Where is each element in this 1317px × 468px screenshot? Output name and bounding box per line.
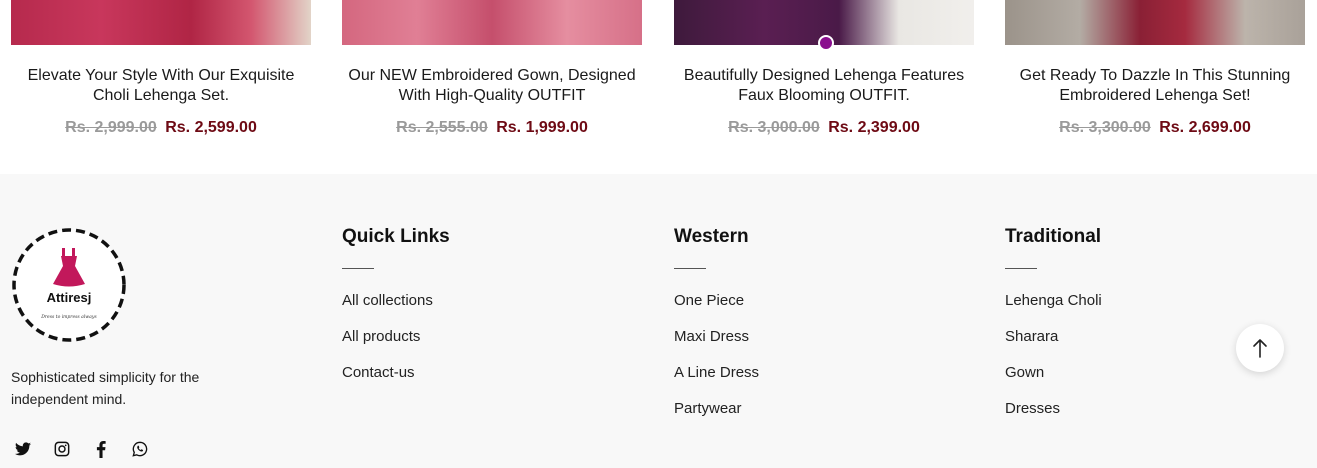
product-price: Rs. 2,555.00 Rs. 1,999.00 xyxy=(342,119,642,137)
product-price: Rs. 3,000.00 Rs. 2,399.00 xyxy=(674,119,974,137)
site-footer: Attiresj Dress to impress always Sophist… xyxy=(0,174,1317,468)
footer-link[interactable]: All products xyxy=(342,327,450,347)
svg-text:Dress to impress always: Dress to impress always xyxy=(40,314,97,320)
footer-tagline: Sophisticated simplicity for the indepen… xyxy=(11,369,200,407)
footer-link[interactable]: Dresses xyxy=(1005,399,1102,419)
arrow-up-icon xyxy=(1253,339,1267,358)
product-image[interactable] xyxy=(342,0,642,45)
footer-link[interactable]: Lehenga Choli xyxy=(1005,291,1102,311)
footer-column-quick-links: Quick Links All collections All products… xyxy=(342,226,450,399)
whatsapp-icon[interactable] xyxy=(131,440,149,458)
twitter-icon[interactable] xyxy=(14,440,32,458)
old-price: Rs. 3,000.00 xyxy=(728,119,820,136)
svg-text:Attiresj: Attiresj xyxy=(47,290,92,305)
sale-price: Rs. 1,999.00 xyxy=(496,119,588,136)
product-title[interactable]: Our NEW Embroidered Gown, Designed With … xyxy=(342,66,642,106)
product-card[interactable]: Our NEW Embroidered Gown, Designed With … xyxy=(342,0,642,137)
product-title[interactable]: Beautifully Designed Lehenga Features Fa… xyxy=(674,66,974,106)
color-swatch-dot[interactable] xyxy=(818,35,834,51)
column-heading: Quick Links xyxy=(342,226,450,247)
instagram-icon[interactable] xyxy=(53,440,71,458)
footer-link[interactable]: Maxi Dress xyxy=(674,327,759,347)
footer-link[interactable]: Sharara xyxy=(1005,327,1102,347)
logo-badge-icon: Attiresj Dress to impress always xyxy=(12,228,126,342)
footer-link[interactable]: All collections xyxy=(342,291,450,311)
product-card[interactable]: Elevate Your Style With Our Exquisite Ch… xyxy=(11,0,311,137)
product-card[interactable]: Beautifully Designed Lehenga Features Fa… xyxy=(674,0,974,137)
footer-link[interactable]: A Line Dress xyxy=(674,363,759,383)
product-price: Rs. 3,300.00 Rs. 2,699.00 xyxy=(1005,119,1305,137)
social-links xyxy=(14,440,149,458)
brand-logo[interactable]: Attiresj Dress to impress always xyxy=(10,226,128,344)
product-card[interactable]: Get Ready To Dazzle In This Stunning Emb… xyxy=(1005,0,1305,137)
footer-link[interactable]: Partywear xyxy=(674,399,759,419)
heading-divider xyxy=(674,268,706,269)
product-title[interactable]: Elevate Your Style With Our Exquisite Ch… xyxy=(11,66,311,106)
product-image[interactable] xyxy=(11,0,311,45)
product-price: Rs. 2,999.00 Rs. 2,599.00 xyxy=(11,119,311,137)
old-price: Rs. 3,300.00 xyxy=(1059,119,1151,136)
sale-price: Rs. 2,399.00 xyxy=(828,119,920,136)
footer-column-western: Western One Piece Maxi Dress A Line Dres… xyxy=(674,226,759,435)
heading-divider xyxy=(342,268,374,269)
footer-column-traditional: Traditional Lehenga Choli Sharara Gown D… xyxy=(1005,226,1102,435)
sale-price: Rs. 2,699.00 xyxy=(1159,119,1251,136)
column-heading: Traditional xyxy=(1005,226,1102,247)
old-price: Rs. 2,555.00 xyxy=(396,119,488,136)
heading-divider xyxy=(1005,268,1037,269)
facebook-icon[interactable] xyxy=(92,440,110,458)
scroll-to-top-button[interactable] xyxy=(1236,324,1284,372)
footer-link[interactable]: Gown xyxy=(1005,363,1102,383)
product-image[interactable] xyxy=(1005,0,1305,45)
old-price: Rs. 2,999.00 xyxy=(65,119,157,136)
footer-link[interactable]: Contact-us xyxy=(342,363,450,383)
column-heading: Western xyxy=(674,226,749,247)
footer-link[interactable]: One Piece xyxy=(674,291,759,311)
product-grid: Elevate Your Style With Our Exquisite Ch… xyxy=(0,0,1317,174)
product-title[interactable]: Get Ready To Dazzle In This Stunning Emb… xyxy=(1005,66,1305,106)
sale-price: Rs. 2,599.00 xyxy=(165,119,257,136)
